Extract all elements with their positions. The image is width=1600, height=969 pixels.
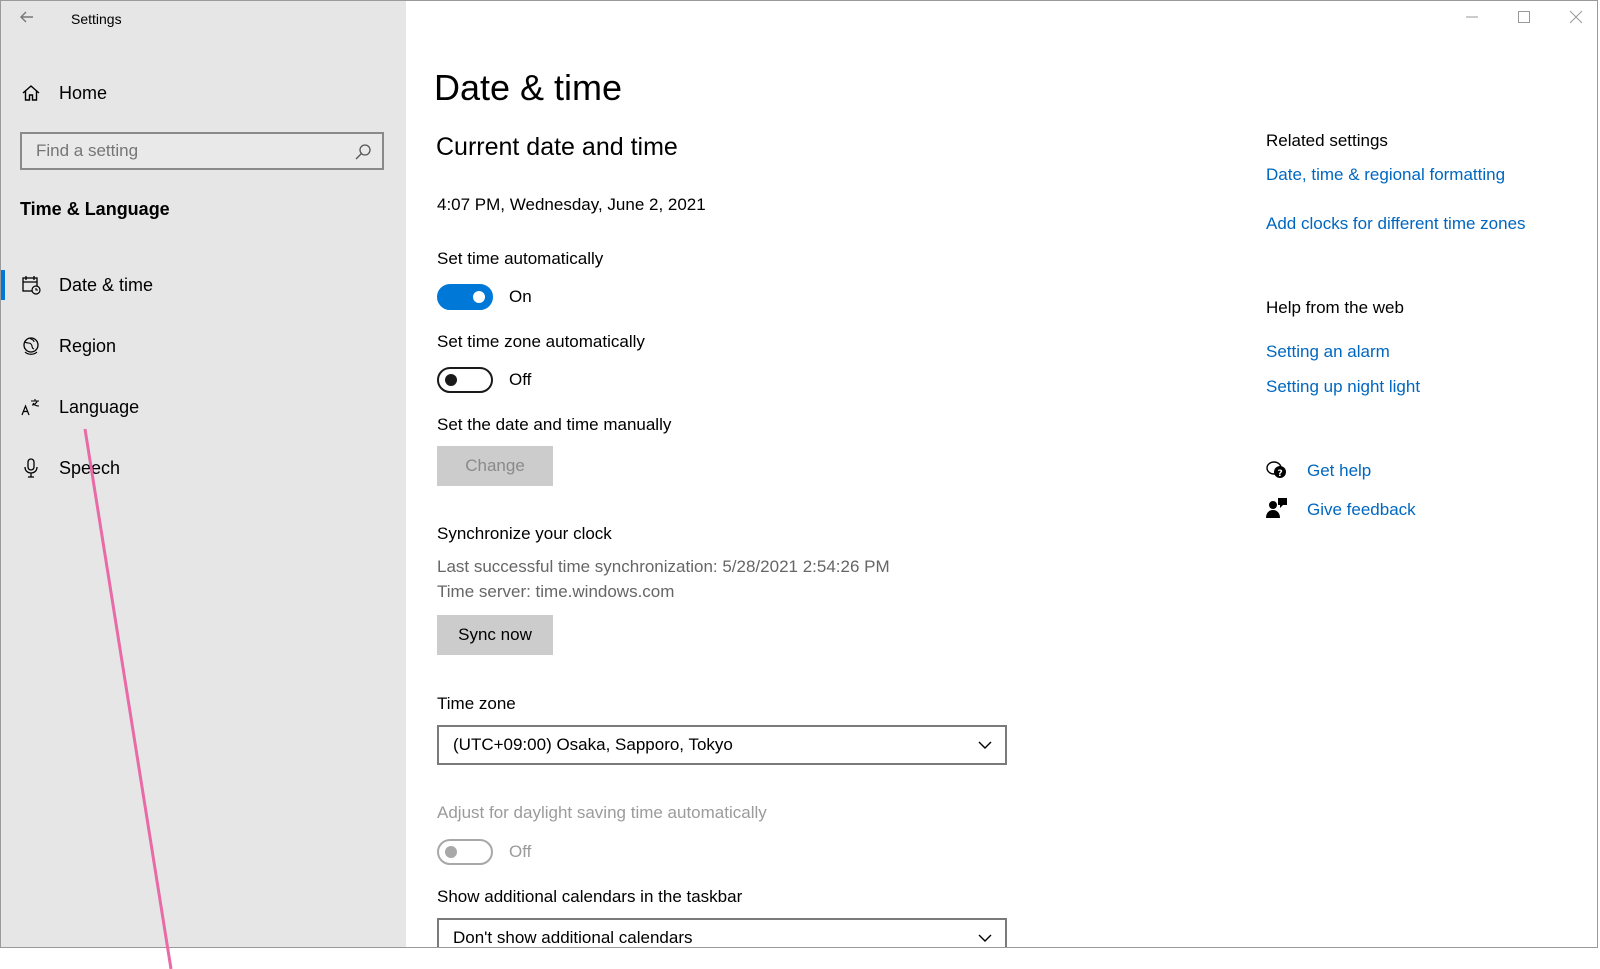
sync-title: Synchronize your clock [437,524,612,543]
give-feedback-icon [1266,497,1288,519]
sidebar-item-speech[interactable]: Speech [1,446,406,490]
give-feedback-link[interactable]: Give feedback [1307,500,1416,520]
sync-now-button[interactable]: Sync now [437,615,553,655]
settings-window: Settings Home Time & Language Date & tim… [0,0,1598,948]
help-web-title: Help from the web [1266,298,1404,317]
page-title: Date & time [434,67,623,108]
sidebar-item-label: Date & time [59,274,154,295]
toggle-state-label: On [509,287,532,306]
sidebar-item-label: Language [59,396,140,417]
set-time-auto-toggle[interactable] [437,284,493,310]
close-icon[interactable] [1553,1,1597,33]
microphone-icon [21,458,41,478]
sidebar: Settings Home Time & Language Date & tim… [1,1,406,947]
manual-datetime-label: Set the date and time manually [437,415,672,434]
section-title: Time & Language [20,199,170,219]
link-add-clocks[interactable]: Add clocks for different time zones [1266,214,1526,234]
toggle-state-label: Off [509,370,532,389]
app-title: Settings [71,11,122,27]
minimize-icon[interactable] [1449,1,1495,33]
search-box[interactable] [20,132,384,170]
chevron-down-icon [977,930,993,946]
change-button[interactable]: Change [437,446,553,486]
set-timezone-auto-label: Set time zone automatically [437,332,645,351]
chevron-down-icon [977,737,993,753]
search-input[interactable] [22,140,338,162]
sidebar-item-label: Home [59,82,108,103]
calendar-clock-icon [21,275,41,295]
calendars-dropdown[interactable]: Don't show additional calendars [437,918,1007,947]
link-night-light[interactable]: Setting up night light [1266,377,1420,397]
calendars-value: Don't show additional calendars [453,928,693,947]
sidebar-item-label: Speech [59,457,121,478]
link-setting-alarm[interactable]: Setting an alarm [1266,342,1390,362]
time-server-text: Time server: time.windows.com [437,582,675,601]
search-icon[interactable] [354,143,372,161]
section-heading: Current date and time [436,133,678,161]
calendars-label: Show additional calendars in the taskbar [437,887,743,906]
svg-text:?: ? [1278,469,1283,479]
maximize-icon[interactable] [1501,1,1547,33]
back-arrow-icon[interactable] [17,7,37,27]
get-help-icon: ? [1266,459,1288,481]
current-datetime: 4:07 PM, Wednesday, June 2, 2021 [437,195,706,214]
dst-label: Adjust for daylight saving time automati… [437,803,767,822]
dst-toggle[interactable] [437,839,493,865]
related-settings-title: Related settings [1266,131,1388,150]
set-time-auto-label: Set time automatically [437,249,604,268]
timezone-dropdown[interactable]: (UTC+09:00) Osaka, Sapporo, Tokyo [437,725,1007,765]
timezone-value: (UTC+09:00) Osaka, Sapporo, Tokyo [453,735,733,754]
sidebar-item-home[interactable]: Home [1,71,406,115]
sidebar-item-language[interactable]: Language [1,385,406,429]
toggle-state-label: Off [509,842,532,861]
sidebar-item-region[interactable]: Region [1,324,406,368]
globe-icon [21,336,41,356]
last-sync-text: Last successful time synchronization: 5/… [437,557,890,576]
sidebar-item-label: Region [59,335,117,356]
timezone-label: Time zone [437,694,516,713]
language-icon [21,397,41,417]
sidebar-item-date-time[interactable]: Date & time [1,263,406,307]
link-regional-formatting[interactable]: Date, time & regional formatting [1266,165,1505,185]
get-help-link[interactable]: Get help [1307,461,1371,481]
home-icon [21,83,41,103]
set-timezone-auto-toggle[interactable] [437,367,493,393]
